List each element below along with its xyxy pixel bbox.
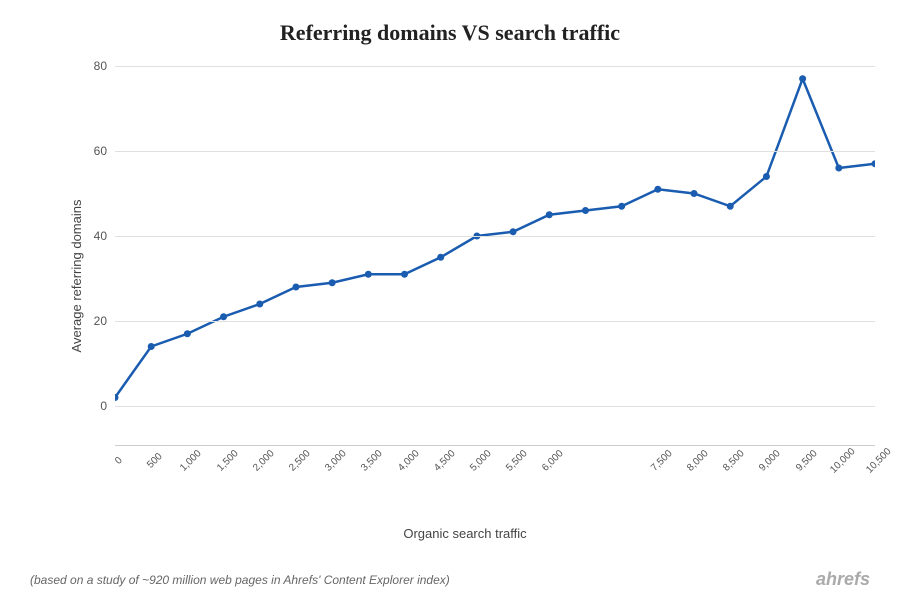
x-tick-label: 2,000 xyxy=(251,448,276,473)
data-point xyxy=(329,279,336,286)
x-tick-label: 500 xyxy=(145,451,165,471)
footer: (based on a study of ~920 million web pa… xyxy=(10,561,890,590)
data-point xyxy=(365,271,372,278)
chart-inner: 02040608005001,0001,5002,0002,5003,0003,… xyxy=(115,66,875,446)
y-tick-label: 0 xyxy=(100,399,107,413)
data-point xyxy=(401,271,408,278)
data-point xyxy=(691,190,698,197)
y-axis-label: Average referring domains xyxy=(69,200,84,353)
chart-line xyxy=(115,79,875,398)
y-tick-label: 60 xyxy=(94,144,107,158)
x-tick-label: 4,500 xyxy=(432,448,457,473)
x-tick-label: 5,000 xyxy=(468,448,493,473)
grid-line xyxy=(115,66,875,67)
x-axis-line xyxy=(115,445,875,446)
y-tick-label: 80 xyxy=(94,59,107,73)
data-point xyxy=(727,203,734,210)
x-tick-label: 9,500 xyxy=(794,448,819,473)
x-tick-label: 10,000 xyxy=(828,446,857,475)
data-point xyxy=(220,313,227,320)
data-point xyxy=(510,228,517,235)
footer-brand: ahrefs xyxy=(816,569,870,590)
data-point xyxy=(799,75,806,82)
data-point xyxy=(184,330,191,337)
x-tick-label: 1,500 xyxy=(215,448,240,473)
x-tick-label: 9,000 xyxy=(758,448,783,473)
grid-line xyxy=(115,236,875,237)
data-point xyxy=(256,301,263,308)
x-tick-label: 7,500 xyxy=(649,448,674,473)
y-tick-label: 40 xyxy=(94,229,107,243)
x-tick-label: 3,000 xyxy=(323,448,348,473)
x-tick-label: 2,500 xyxy=(287,448,312,473)
page-container: Referring domains VS search traffic Aver… xyxy=(0,0,900,600)
data-point xyxy=(654,186,661,193)
x-tick-label: 8,500 xyxy=(721,448,746,473)
x-tick-label: 0 xyxy=(113,455,125,467)
grid-line xyxy=(115,151,875,152)
grid-line xyxy=(115,406,875,407)
x-tick-label: 6,000 xyxy=(540,448,565,473)
chart-title: Referring domains VS search traffic xyxy=(280,20,620,46)
data-point xyxy=(763,173,770,180)
data-point xyxy=(618,203,625,210)
data-point xyxy=(546,211,553,218)
x-tick-label: 5,500 xyxy=(504,448,529,473)
x-axis-label: Organic search traffic xyxy=(403,526,526,541)
data-point xyxy=(148,343,155,350)
data-point xyxy=(292,284,299,291)
y-tick-label: 20 xyxy=(94,314,107,328)
footer-note: (based on a study of ~920 million web pa… xyxy=(30,573,450,587)
x-tick-label: 1,000 xyxy=(179,448,204,473)
x-tick-label: 10,500 xyxy=(864,446,893,475)
x-tick-label: 8,000 xyxy=(685,448,710,473)
chart-area: Average referring domains 02040608005001… xyxy=(55,66,875,486)
data-point xyxy=(835,165,842,172)
data-point xyxy=(872,160,876,167)
x-tick-label: 3,500 xyxy=(359,448,384,473)
data-point xyxy=(582,207,589,214)
x-tick-label: 4,000 xyxy=(396,448,421,473)
grid-line xyxy=(115,321,875,322)
data-point xyxy=(437,254,444,261)
